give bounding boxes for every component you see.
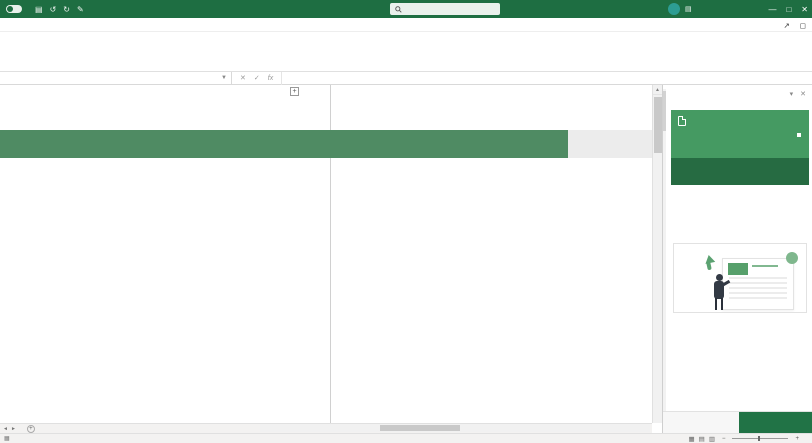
expense-grid: [0, 176, 652, 423]
remaining-spend-kpi: [505, 94, 585, 96]
avatar[interactable]: [668, 3, 680, 15]
outline-expand-button[interactable]: +: [290, 87, 299, 96]
vena-task-pane: ▾ ✕: [662, 85, 812, 433]
panel-scroll-thumb[interactable]: [663, 91, 666, 131]
illustration-green-line: [752, 265, 778, 267]
account-area: ▤: [663, 0, 692, 18]
header-band-background: [0, 130, 652, 158]
ribbon-display-options-icon[interactable]: ▤: [685, 5, 692, 13]
autosave-toggle[interactable]: [6, 5, 25, 13]
window-controls: — □ ✕: [768, 0, 808, 18]
save-icon[interactable]: ▤: [35, 5, 43, 14]
name-box[interactable]: ▼: [0, 71, 232, 85]
share-button[interactable]: ↗: [783, 21, 789, 30]
illustration-circle: [786, 252, 798, 264]
document-icon: [678, 116, 686, 126]
view-shortcuts: ▦ ▤ ▥: [689, 435, 715, 443]
vena-logo: [797, 128, 802, 140]
status-bar-right: ▦ ▤ ▥ − +: [682, 435, 807, 443]
vertical-scroll-thumb[interactable]: [654, 97, 662, 153]
panel-toolbar: [671, 158, 809, 185]
column-header-band: [0, 130, 568, 158]
status-bar: ▦ ▦ ▤ ▥ − +: [0, 433, 812, 443]
title-bar: ▤ ↺ ↻ ✎ ▤ — □ ✕: [0, 0, 812, 18]
search-box[interactable]: [390, 3, 500, 15]
zoom-slider[interactable]: [732, 436, 789, 441]
task-card: [671, 110, 809, 158]
excel-window: ▤ ↺ ↻ ✎ ▤ — □ ✕ ↗ ◻ ▼ ✕ ✓ fx + ▲ ◄► + ▦ …: [0, 0, 812, 443]
panel-footer: [663, 411, 812, 433]
comments-icon: ◻: [799, 20, 806, 30]
ribbon-tab-right: ↗ ◻: [783, 18, 806, 32]
redo-icon[interactable]: ↻: [63, 5, 70, 14]
new-sheet-button[interactable]: +: [26, 424, 35, 433]
finish-input-button[interactable]: [739, 412, 812, 433]
insert-function-icon[interactable]: fx: [268, 75, 273, 82]
search-icon: [395, 5, 402, 13]
scroll-up-icon[interactable]: ▲: [653, 85, 662, 95]
zoom-in-button[interactable]: +: [795, 436, 799, 442]
panel-scrollbar[interactable]: [663, 89, 666, 429]
comments-button[interactable]: ◻: [800, 21, 806, 30]
quick-access-toolbar: ▤ ↺ ↻ ✎: [35, 5, 84, 14]
share-icon: ↗: [783, 20, 790, 30]
panel-menu-icon[interactable]: ▾: [790, 90, 794, 98]
ribbon-tab-row: [0, 18, 812, 32]
confirm-entry-icon[interactable]: ✓: [254, 74, 260, 82]
page-break-view-icon[interactable]: ▥: [709, 435, 715, 443]
panel-title-row: ▾ ✕: [672, 90, 806, 98]
formula-bar: ▼ ✕ ✓ fx: [0, 71, 812, 85]
cancel-entry-icon[interactable]: ✕: [240, 74, 246, 82]
illustration-person-legs: [715, 298, 723, 310]
ribbon: [0, 32, 812, 72]
normal-view-icon[interactable]: ▦: [689, 435, 695, 443]
vertical-scrollbar[interactable]: ▲: [652, 85, 662, 423]
close-button[interactable]: ✕: [801, 5, 808, 14]
resume-later-button[interactable]: [663, 412, 739, 433]
zoom-out-button[interactable]: −: [722, 436, 726, 442]
panel-title-icons: ▾ ✕: [790, 90, 806, 98]
horizontal-scrollbar[interactable]: [260, 424, 650, 432]
undo-icon[interactable]: ↺: [50, 5, 57, 14]
formula-buttons: ✕ ✓ fx: [232, 71, 283, 85]
accessibility-icon[interactable]: ▦: [4, 435, 10, 442]
name-box-caret-icon[interactable]: ▼: [221, 75, 227, 81]
autosave-switch-icon: [6, 5, 22, 13]
illustration-arrow-stem: [706, 261, 712, 271]
pen-icon[interactable]: ✎: [77, 5, 84, 14]
panel-illustration: [673, 243, 807, 313]
target-amount-kpi: [420, 97, 490, 99]
sheet-nav-arrows[interactable]: ◄►: [0, 426, 22, 432]
illustration-person-head: [716, 274, 723, 281]
minimize-button[interactable]: —: [768, 5, 776, 14]
illustration-green-rect: [728, 263, 748, 275]
maximize-button[interactable]: □: [786, 5, 791, 14]
horizontal-scroll-thumb[interactable]: [380, 425, 460, 431]
zoom-slider-thumb[interactable]: [758, 436, 761, 441]
worksheet[interactable]: +: [0, 85, 652, 423]
page-layout-view-icon[interactable]: ▤: [699, 435, 705, 443]
panel-close-icon[interactable]: ✕: [800, 90, 806, 98]
